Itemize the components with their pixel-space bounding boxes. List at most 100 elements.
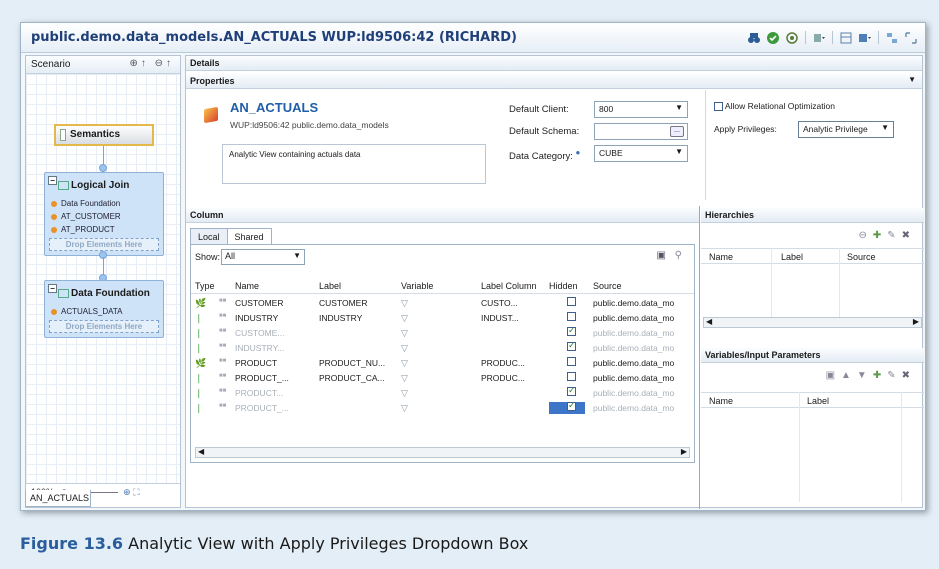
semantics-node[interactable]: Semantics	[54, 124, 154, 146]
table-row[interactable]: ❘ ■■ PRODUCT_... PRODUCT_CA... ▽ PRODUC... pub…	[191, 372, 694, 385]
expand-collapse-icon[interactable]: ⊕↑ ⊖↑	[129, 58, 174, 69]
allow-optimization-option[interactable]: Allow Relational Optimization	[714, 101, 835, 112]
table-row[interactable]: 🌿 ■■ CUSTOMER CUSTOMER ▽ CUSTO... public.demo.…	[191, 297, 694, 310]
hidden-checkbox-box[interactable]	[567, 297, 576, 306]
table-row[interactable]: ❘ ■■ PRODUCT_... ▽ public.demo.data_mo	[191, 402, 694, 415]
move-down-icon[interactable]: ▼	[857, 370, 873, 381]
node-item[interactable]: AT_PRODUCT	[45, 223, 163, 236]
variable-filter-icon[interactable]: ▽	[401, 343, 408, 354]
scroll-right-icon[interactable]: ▶	[681, 447, 687, 456]
hidden-checkbox[interactable]	[549, 312, 585, 324]
copy-icon[interactable]: ▣	[826, 370, 841, 381]
scroll-right-icon[interactable]: ▶	[913, 317, 919, 326]
browse-button[interactable]: ...	[670, 126, 684, 137]
hidden-checkbox-box[interactable]	[567, 372, 576, 381]
hierarchies-scrollbar[interactable]: ◀ ▶	[703, 317, 922, 328]
hidden-checkbox[interactable]	[549, 342, 585, 354]
hidden-checkbox-box[interactable]	[567, 312, 576, 321]
edit-icon[interactable]: ✎	[887, 230, 901, 241]
apply-privileges-value: Analytic Privilege	[803, 124, 868, 134]
variable-filter-icon[interactable]: ▽	[401, 298, 408, 309]
variable-filter-icon[interactable]: ▽	[401, 403, 408, 414]
hidden-checkbox[interactable]	[549, 357, 585, 369]
table-row[interactable]: 🌿 ■■ PRODUCT PRODUCT_NU... ▽ PRODUC... public.…	[191, 357, 694, 370]
node-item[interactable]: AT_CUSTOMER	[45, 210, 163, 223]
variable-filter-icon[interactable]: ▽	[401, 358, 408, 369]
variable-filter-icon[interactable]: ▽	[401, 388, 408, 399]
zoom-in-icon[interactable]: ⊕	[123, 487, 131, 497]
hidden-checkbox-box[interactable]	[567, 402, 576, 411]
hidden-checkbox[interactable]	[549, 387, 585, 399]
move-up-icon[interactable]: ▲	[841, 370, 857, 381]
table-row[interactable]: ❘ ■■ PRODUCT... ▽ public.demo.data_mo	[191, 387, 694, 400]
join-icon	[58, 181, 69, 190]
collapse-icon[interactable]: −	[48, 284, 57, 293]
cell-name: INDUSTRY...	[235, 343, 285, 353]
tab-shared[interactable]: Shared	[226, 228, 272, 245]
node-item[interactable]: Data Foundation	[45, 197, 163, 210]
default-schema-field[interactable]: ...	[594, 123, 688, 140]
hidden-checkbox[interactable]	[549, 372, 585, 384]
scroll-left-icon[interactable]: ◀	[198, 447, 204, 456]
description-field[interactable]: Analytic View containing actuals data	[222, 144, 486, 184]
hidden-checkbox[interactable]	[549, 402, 585, 414]
data-category-label: Data Category: ●	[509, 148, 580, 162]
logical-join-node[interactable]: − Logical Join Data Foundation AT_CUSTOM…	[44, 172, 164, 256]
variable-filter-icon[interactable]: ▽	[401, 313, 408, 324]
scroll-left-icon[interactable]: ◀	[706, 317, 712, 326]
tab-local[interactable]: Local	[190, 228, 228, 245]
hidden-checkbox-box[interactable]	[567, 327, 576, 336]
key-icon: ■■	[219, 343, 227, 349]
horizontal-scrollbar[interactable]: ◀ ▶	[195, 447, 690, 458]
default-client-select[interactable]: 800 ▼	[594, 101, 688, 118]
variable-filter-icon[interactable]: ▽	[401, 373, 408, 384]
info-icon: ●	[575, 148, 581, 157]
fit-view-icon[interactable]	[905, 31, 917, 44]
drop-zone[interactable]: Drop Elements Here	[49, 238, 159, 251]
default-schema-label: Default Schema:	[509, 126, 580, 137]
history-dropdown-icon[interactable]	[813, 32, 825, 44]
edit-icon[interactable]: ✎	[887, 370, 901, 381]
delete-icon[interactable]: ✖	[902, 230, 916, 241]
apply-privileges-select[interactable]: Analytic Privilege ▼	[798, 121, 894, 138]
allow-optimization-checkbox[interactable]	[714, 102, 723, 112]
filter-icon[interactable]: ⚲	[675, 250, 682, 261]
hidden-checkbox-box[interactable]	[567, 357, 576, 366]
scenario-header: Scenario ⊕↑ ⊖↑	[26, 56, 180, 74]
show-filter-select[interactable]: All ▼	[221, 249, 305, 265]
auto-layout-icon[interactable]	[886, 32, 898, 44]
validate-icon[interactable]	[786, 31, 798, 44]
editor-tab-an-actuals[interactable]: AN_ACTUALS	[25, 490, 91, 507]
variable-filter-icon[interactable]: ▽	[401, 328, 408, 339]
table-row[interactable]: ❘ ■■ CUSTOME... ▽ public.demo.data_mo	[191, 327, 694, 340]
delete-icon[interactable]: ✖	[902, 370, 916, 381]
hier-col-source: Source	[847, 252, 876, 262]
hidden-checkbox-box[interactable]	[567, 342, 576, 351]
add-icon[interactable]: ✚	[873, 370, 887, 381]
scenario-canvas[interactable]: Semantics − Logical Join Data Foundation…	[26, 74, 180, 484]
connector-handle[interactable]	[99, 164, 107, 172]
add-icon[interactable]: ✚	[873, 230, 887, 241]
hidden-checkbox[interactable]	[549, 297, 585, 309]
copy-icon[interactable]: ▣	[657, 250, 666, 261]
data-foundation-title: Data Foundation	[71, 288, 150, 299]
hidden-checkbox[interactable]	[549, 327, 585, 339]
fit-page-icon[interactable]: ⛶	[133, 487, 139, 497]
data-foundation-node[interactable]: − Data Foundation ACTUALS_DATA Drop Elem…	[44, 280, 164, 338]
binoculars-icon[interactable]	[748, 32, 760, 44]
drop-zone[interactable]: Drop Elements Here	[49, 320, 159, 333]
collapse-triangle-icon[interactable]: ▼	[908, 75, 916, 84]
export-dropdown-icon[interactable]	[859, 32, 871, 44]
data-category-select[interactable]: CUBE ▼	[594, 145, 688, 162]
show-filter-value: All	[225, 251, 236, 261]
activate-check-icon[interactable]	[767, 31, 779, 44]
table-row[interactable]: ❘ ■■ INDUSTRY... ▽ public.demo.data_mo	[191, 342, 694, 355]
panel-splitter[interactable]	[699, 206, 700, 509]
data-category-value: CUBE	[599, 148, 623, 158]
cell-name: PRODUCT	[235, 358, 278, 368]
node-item[interactable]: ACTUALS_DATA	[45, 305, 163, 318]
hidden-checkbox-box[interactable]	[567, 387, 576, 396]
table-row[interactable]: ❘ ■■ INDUSTRY INDUSTRY ▽ INDUST... public.demo…	[191, 312, 694, 325]
data-preview-icon[interactable]	[840, 32, 852, 44]
collapse-icon[interactable]: −	[48, 176, 57, 185]
